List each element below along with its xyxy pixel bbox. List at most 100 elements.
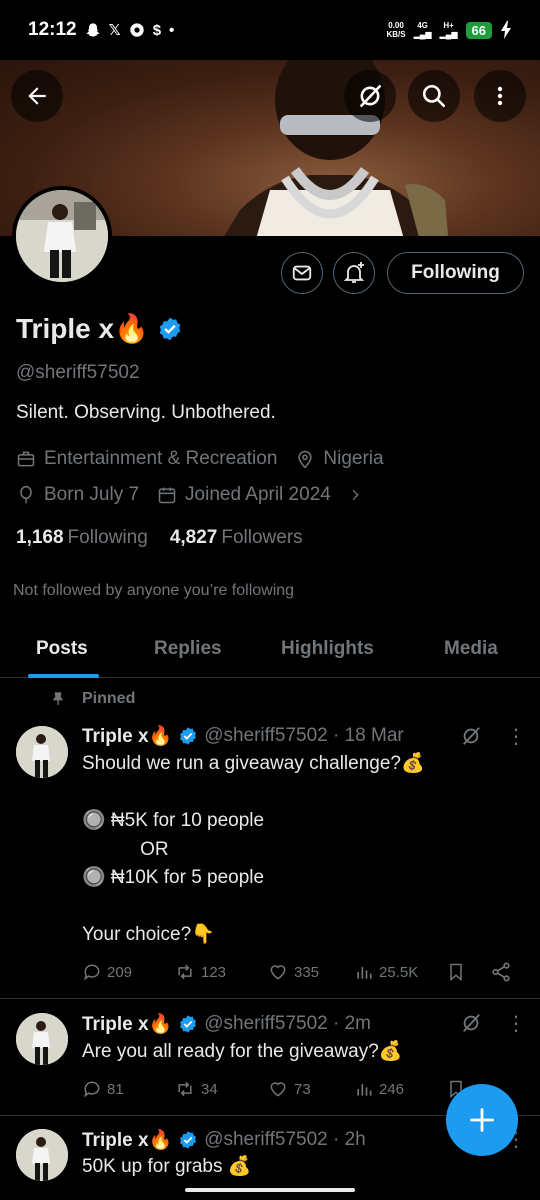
tweet-handle-time[interactable]: @sheriff57502 · 2m xyxy=(204,1013,371,1035)
tweet-author-name[interactable]: Triple x🔥 xyxy=(82,724,172,748)
share-button[interactable] xyxy=(490,961,512,983)
tab-replies[interactable]: Replies xyxy=(154,638,222,660)
notifications-button[interactable] xyxy=(333,252,375,294)
tweet-handle-time[interactable]: @sheriff57502 · 2h xyxy=(204,1129,366,1151)
charging-icon xyxy=(501,21,511,39)
tweet-actions: 209 123 335 25.5K xyxy=(82,958,522,986)
status-time: 12:12 xyxy=(28,19,77,40)
tweet-author-name[interactable]: Triple x🔥 xyxy=(82,1128,172,1152)
back-button[interactable] xyxy=(11,70,63,122)
followers-count: 4,827 xyxy=(169,527,218,548)
like-count: 335 xyxy=(294,963,320,981)
reply-count: 209 xyxy=(107,963,133,981)
verified-badge-icon xyxy=(180,1131,197,1149)
verified-badge-icon[interactable] xyxy=(157,316,183,342)
pinned-label-row: Pinned xyxy=(50,690,135,708)
grok-icon[interactable] xyxy=(460,1012,482,1034)
bookmark-icon xyxy=(450,963,462,982)
joined-item[interactable]: Joined April 2024 xyxy=(157,484,363,506)
plus-icon xyxy=(470,1108,494,1132)
reply-button[interactable]: 81 xyxy=(82,1079,124,1099)
grok-icon xyxy=(359,84,382,108)
not-followed-text: Not followed by anyone you’re following xyxy=(13,582,295,599)
location-item: Nigeria xyxy=(295,448,384,470)
x-icon: 𝕏 xyxy=(108,22,121,39)
profile-meta-row-2: Born July 7 Joined April 2024 xyxy=(16,484,363,506)
profile-avatar[interactable] xyxy=(12,186,112,286)
followers-label: Followers xyxy=(221,527,303,548)
more-button[interactable] xyxy=(474,70,526,122)
tweet-avatar[interactable] xyxy=(16,1129,68,1181)
followers-count-link[interactable]: 4,827 Followers xyxy=(170,527,303,549)
verified-badge-icon xyxy=(180,1015,197,1033)
retweet-count: 123 xyxy=(201,963,227,981)
grok-button[interactable] xyxy=(344,70,396,122)
avatar-image xyxy=(16,726,68,778)
verified-badge-icon xyxy=(180,727,197,745)
birthday-item: Born July 7 xyxy=(16,484,139,506)
tweet-avatar[interactable] xyxy=(16,1013,68,1065)
tweet-text: Should we run a giveaway challenge?💰 🔘 ₦… xyxy=(82,753,425,945)
s-icon: $ xyxy=(152,21,162,39)
display-name: Triple x🔥 xyxy=(16,313,149,344)
tweet-avatar[interactable] xyxy=(16,726,68,778)
birthday-text: Born July 7 xyxy=(44,484,140,505)
compose-button[interactable] xyxy=(446,1084,518,1156)
avatar-image xyxy=(16,1129,68,1181)
pin-icon xyxy=(52,692,64,705)
tweet-handle-time[interactable]: @sheriff57502 · 18 Mar xyxy=(204,725,404,747)
bookmark-button[interactable] xyxy=(446,961,466,983)
pinned-text: Pinned xyxy=(82,690,136,707)
retweet-icon xyxy=(178,964,192,980)
tweet-header: Triple x🔥 @sheriff57502 · 2m xyxy=(82,1012,371,1036)
retweet-icon xyxy=(178,1081,192,1097)
avatar-image xyxy=(16,190,108,282)
location-text: Nigeria xyxy=(323,448,384,469)
category-item: Entertainment & Recreation xyxy=(16,448,277,470)
like-count: 73 xyxy=(294,1080,311,1098)
location-pin-icon xyxy=(298,450,312,469)
briefcase-icon xyxy=(17,451,35,467)
profile-handle: @sheriff57502 xyxy=(16,362,140,383)
dot-icon: • xyxy=(169,21,175,39)
net-speed: 0.00 KB/S xyxy=(386,21,406,39)
views-button[interactable]: 246 xyxy=(354,1079,404,1099)
more-vertical-icon[interactable]: ⋮ xyxy=(506,1011,526,1036)
home-indicator[interactable] xyxy=(185,1188,355,1192)
tab-posts[interactable]: Posts xyxy=(36,638,88,660)
signal-hplus-label: H+ xyxy=(443,21,454,30)
battery-level: 66 xyxy=(465,21,492,39)
following-button[interactable]: Following xyxy=(387,252,524,294)
active-tab-indicator xyxy=(28,674,99,678)
grok-icon[interactable] xyxy=(460,725,482,747)
following-count-link[interactable]: 1,168 Following xyxy=(16,527,148,549)
like-button[interactable]: 335 xyxy=(267,962,319,982)
balloon-icon xyxy=(20,485,32,504)
tweet-author-name[interactable]: Triple x🔥 xyxy=(82,1012,172,1036)
status-bar: 12:12 𝕏 $ • 0.00 KB/S 4G ▂▄▆ H+ ▂▄▆ 66 xyxy=(0,0,540,60)
snapchat-icon xyxy=(85,23,100,37)
views-count: 246 xyxy=(379,1080,405,1098)
arrow-left-icon xyxy=(28,87,46,105)
reply-icon xyxy=(84,1081,100,1098)
message-button[interactable] xyxy=(281,252,323,294)
share-icon xyxy=(492,962,510,982)
signal-4g-label: 4G xyxy=(417,21,428,30)
tab-media[interactable]: Media xyxy=(444,638,498,660)
category-text: Entertainment & Recreation xyxy=(44,448,278,469)
retweet-button[interactable]: 123 xyxy=(174,962,226,982)
more-vertical-icon[interactable]: ⋮ xyxy=(506,724,526,749)
search-button[interactable] xyxy=(408,70,460,122)
reply-button[interactable]: 209 xyxy=(82,962,132,982)
follow-counts: 1,168 Following 4,827 Followers xyxy=(16,527,303,549)
retweet-count: 34 xyxy=(201,1080,218,1098)
chevron-right-icon xyxy=(352,489,359,501)
views-button[interactable]: 25.5K xyxy=(354,962,418,982)
like-button[interactable]: 73 xyxy=(267,1079,311,1099)
tab-highlights[interactable]: Highlights xyxy=(281,638,374,660)
retweet-button[interactable]: 34 xyxy=(174,1079,218,1099)
views-count: 25.5K xyxy=(379,963,419,981)
bell-plus-icon xyxy=(343,262,365,283)
signal-hplus-icon: H+ ▂▄▆ xyxy=(439,21,458,39)
joined-text: Joined April 2024 xyxy=(185,484,331,505)
